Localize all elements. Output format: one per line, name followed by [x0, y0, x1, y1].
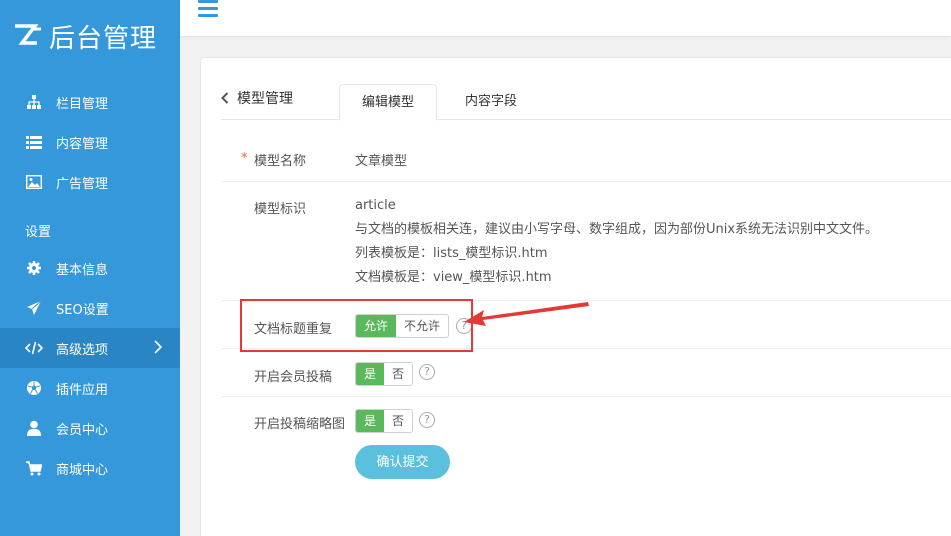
sidebar-item-content[interactable]: 内容管理 [0, 122, 180, 162]
sidebar-item-label: 基本信息 [56, 262, 109, 278]
logo[interactable]: 后台管理 [0, 0, 180, 72]
sitemap-icon [25, 93, 43, 111]
sidebar: 后台管理 栏目管理 内容管理 广告管理 设置 基本信息 SEO设置 高级选项 插… [0, 0, 180, 536]
sidebar-item-basic-info[interactable]: 基本信息 [0, 248, 180, 288]
sidebar-section-title: 设置 [25, 225, 52, 240]
toggle-option-no[interactable]: 否 [384, 363, 413, 385]
help-icon[interactable]: ? [419, 364, 435, 380]
annotation-arrow [464, 302, 589, 326]
form-row-post-thumb: 开启投稿缩略图 是 否 ? [221, 397, 951, 445]
field-label: 模型标识 [254, 202, 307, 217]
user-icon [25, 419, 43, 437]
toggle-option-yes[interactable]: 是 [356, 363, 385, 385]
sidebar-item-label: 商城中心 [56, 462, 109, 478]
help-text: 列表模板是：lists_模型标识.htm [355, 246, 548, 261]
gear-icon [25, 259, 43, 277]
sidebar-item-label: 广告管理 [56, 176, 109, 192]
list-icon [25, 133, 43, 151]
help-text: 与文档的模板相关连，建议由小写字母、数字组成，因为部份Unix系统无法识别中文文… [355, 222, 879, 237]
sidebar-item-label: 会员中心 [56, 422, 109, 438]
sidebar-item-ads[interactable]: 广告管理 [0, 162, 180, 202]
sidebar-item-plugins[interactable]: 插件应用 [0, 368, 180, 408]
logo-icon [15, 24, 41, 45]
toggle-option-yes[interactable]: 是 [356, 410, 385, 432]
back-label: 模型管理 [237, 91, 293, 107]
sidebar-item-label: 高级选项 [56, 342, 109, 358]
form-row-model-id: 模型标识 article 与文档的模板相关连，建议由小写字母、数字组成，因为部份… [221, 182, 951, 301]
sidebar-item-label: SEO设置 [56, 302, 109, 318]
field-label: 开启投稿缩略图 [254, 417, 346, 432]
help-text: 文档模板是：view_模型标识.htm [355, 270, 552, 285]
soccer-icon [25, 379, 43, 397]
sidebar-item-advanced[interactable]: 高级选项 [0, 328, 180, 368]
top-bar [180, 0, 951, 37]
field-label: 模型名称 [254, 154, 307, 169]
toggle-option-no[interactable]: 否 [384, 410, 413, 432]
send-icon [25, 299, 43, 317]
code-icon [25, 339, 43, 357]
field-label: 开启会员投稿 [254, 370, 333, 385]
member-post-toggle: 是 否 [355, 362, 414, 386]
image-icon [25, 173, 43, 191]
sidebar-item-members[interactable]: 会员中心 [0, 408, 180, 448]
model-id-block: article 与文档的模板相关连，建议由小写字母、数字组成，因为部份Unix系… [355, 194, 878, 290]
tab-content-fields[interactable]: 内容字段 [447, 84, 535, 120]
app-title: 后台管理 [49, 23, 158, 54]
annotation-highlight-box [240, 299, 473, 352]
help-icon[interactable]: ? [419, 412, 435, 428]
model-name-value: 文章模型 [355, 154, 408, 169]
model-id-value: article [355, 198, 396, 213]
cart-icon [25, 459, 43, 477]
chevron-right-icon [154, 340, 163, 358]
form-row-model-name: * 模型名称 文章模型 [221, 132, 951, 182]
back-link[interactable]: 模型管理 [221, 88, 293, 108]
sidebar-item-shop[interactable]: 商城中心 [0, 448, 180, 488]
post-thumb-toggle: 是 否 [355, 409, 414, 433]
required-mark: * [241, 151, 248, 166]
main-panel: 模型管理 编辑模型 内容字段 * 模型名称 文章模型 模型标识 article … [200, 57, 951, 536]
form-row-member-post: 开启会员投稿 是 否 ? [221, 349, 951, 397]
sidebar-item-seo[interactable]: SEO设置 [0, 288, 180, 328]
chevron-left-icon [221, 92, 229, 104]
sidebar-item-label: 内容管理 [56, 136, 109, 152]
submit-button[interactable]: 确认提交 [355, 445, 450, 479]
sidebar-item-label: 栏目管理 [56, 96, 109, 112]
hamburger-icon[interactable] [198, 0, 218, 18]
sidebar-item-label: 插件应用 [56, 382, 109, 398]
tab-edit-model[interactable]: 编辑模型 [339, 84, 437, 121]
sidebar-item-columns[interactable]: 栏目管理 [0, 82, 180, 122]
tab-bar: 模型管理 编辑模型 内容字段 [221, 84, 951, 121]
